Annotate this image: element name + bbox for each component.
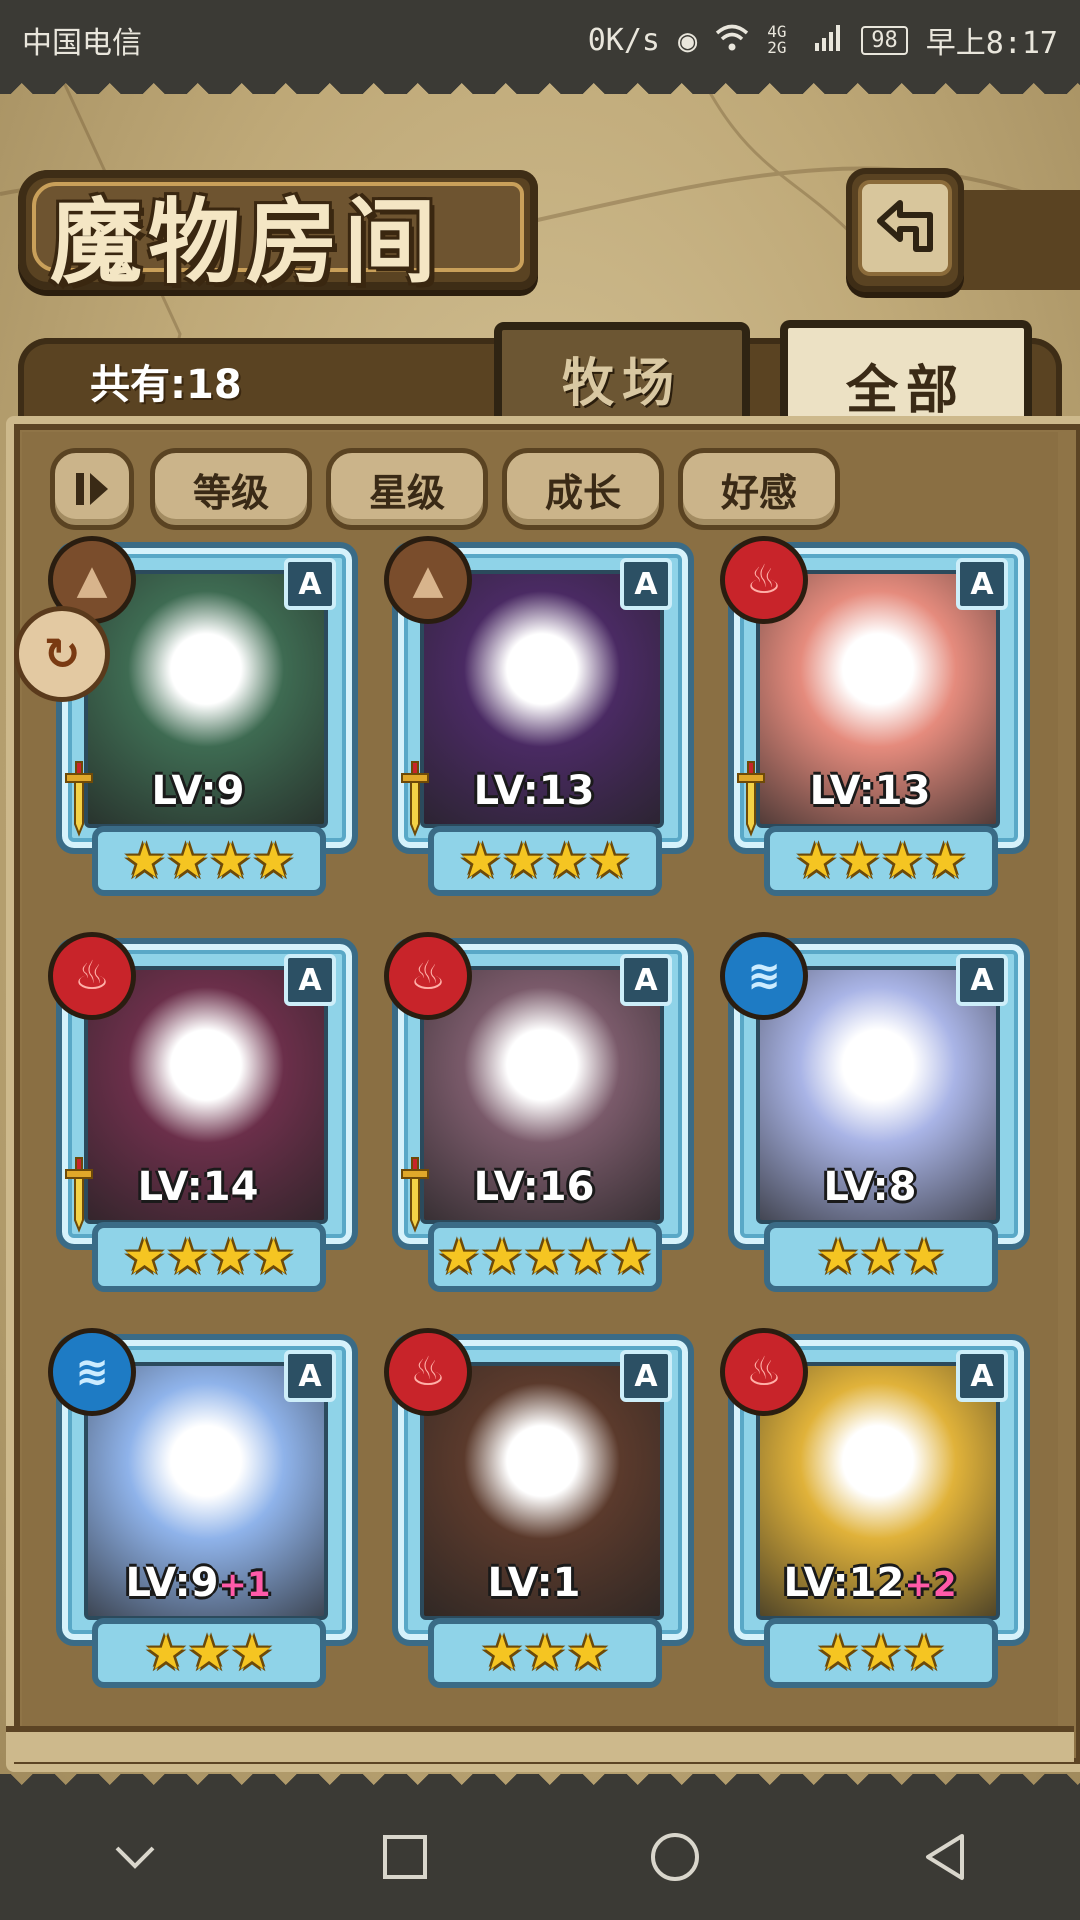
monster-card[interactable]: ▲ A LV:13 ★★★★ <box>384 536 694 896</box>
nav-bar-edge <box>0 1774 1080 1796</box>
monster-card[interactable]: ♨ A LV:14 ★★★★ <box>48 932 358 1292</box>
star-rating: ★★★★ <box>458 833 632 889</box>
signal-icon <box>815 24 843 56</box>
sort-order-toggle[interactable] <box>50 448 134 530</box>
page-title: 魔物房间 <box>50 188 443 296</box>
monster-card[interactable]: ▲ A LV:9 ★★★★ <box>48 536 358 896</box>
level-value: LV:8 <box>823 1164 917 1210</box>
star-rating: ★★★★★ <box>437 1229 653 1285</box>
monster-card[interactable]: ♨ A LV:1 ★★★ <box>384 1328 694 1688</box>
sort-toggle-icon <box>76 473 108 505</box>
chevron-down-icon <box>115 1846 155 1869</box>
carrier-label: 中国电信 <box>22 26 142 61</box>
level-value: LV:9 <box>125 1560 219 1606</box>
square-icon <box>383 1835 427 1879</box>
sort-growth-button[interactable]: 成长 <box>502 448 664 530</box>
nav-home-button[interactable] <box>635 1817 715 1897</box>
level-label: LV:9+1 <box>48 1560 348 1606</box>
level-label: LV:1 <box>384 1560 684 1606</box>
star-rating: ★★★ <box>480 1625 610 1681</box>
circle-icon <box>651 1833 699 1881</box>
level-label: LV:9 <box>48 768 348 814</box>
star-rating-bar: ★★★ <box>764 1618 998 1688</box>
level-value: LV:14 <box>137 1164 259 1210</box>
star-rating: ★★★ <box>144 1625 274 1681</box>
fire-element-icon: ♨ <box>720 536 808 624</box>
star-rating-bar: ★★★★ <box>764 826 998 896</box>
eye-icon: ◉ <box>677 21 698 59</box>
star-rating: ★★★ <box>816 1625 946 1681</box>
level-label: LV:8 <box>720 1164 1020 1210</box>
rank-badge: A <box>620 1350 672 1402</box>
fire-element-icon: ♨ <box>384 1328 472 1416</box>
panel-bottom-rail <box>6 1726 1074 1762</box>
star-rating-bar: ★★★★ <box>92 826 326 896</box>
sort-level-button[interactable]: 等级 <box>150 448 312 530</box>
equip-marker-icon: ↻ <box>14 606 110 702</box>
monster-card[interactable]: ♨ A LV:16 ★★★★★ <box>384 932 694 1292</box>
sort-star-button[interactable]: 星级 <box>326 448 488 530</box>
level-value: LV:13 <box>473 768 595 814</box>
star-rating: ★★★★ <box>122 833 296 889</box>
nav-back-button[interactable] <box>905 1817 985 1897</box>
star-rating-bar: ★★★★ <box>92 1222 326 1292</box>
level-label: LV:14 <box>48 1164 348 1210</box>
star-rating: ★★★★ <box>122 1229 296 1285</box>
triangle-back-icon <box>926 1834 964 1880</box>
status-bar-edge <box>0 72 1080 94</box>
star-rating-bar: ★★★★ <box>428 826 662 896</box>
level-value: LV:9 <box>151 768 245 814</box>
net-speed: 0K/s <box>587 22 660 58</box>
fire-element-icon: ♨ <box>48 932 136 1020</box>
monster-card[interactable]: ♨ A LV:12+2 ★★★ <box>720 1328 1030 1688</box>
rank-badge: A <box>956 558 1008 610</box>
monster-count: 共有:18 <box>90 362 242 408</box>
star-rating-bar: ★★★ <box>428 1618 662 1688</box>
battery-indicator: 98 <box>861 25 908 55</box>
status-bar: 中国电信 0K/s ◉ 4G 2G 98 早上8:17 <box>0 0 1080 74</box>
system-nav-bar <box>0 1794 1080 1920</box>
monster-card[interactable]: ≋ A LV:8 ★★★ <box>720 932 1030 1292</box>
rank-badge: A <box>956 954 1008 1006</box>
fire-element-icon: ♨ <box>384 932 472 1020</box>
level-bonus: +1 <box>218 1565 271 1605</box>
star-rating-bar: ★★★ <box>92 1618 326 1688</box>
clock: 早上8:17 <box>925 26 1058 61</box>
level-value: LV:13 <box>809 768 931 814</box>
level-label: LV:16 <box>384 1164 684 1210</box>
level-value: LV:12 <box>783 1560 905 1606</box>
level-value: LV:16 <box>473 1164 595 1210</box>
wifi-icon <box>715 24 749 57</box>
level-label: LV:13 <box>384 768 684 814</box>
network-type: 4G 2G <box>767 22 787 57</box>
star-rating-bar: ★★★ <box>764 1222 998 1292</box>
nav-collapse-button[interactable] <box>95 1817 175 1897</box>
rank-badge: A <box>284 558 336 610</box>
monster-card[interactable]: ♨ A LV:13 ★★★★ <box>720 536 1030 896</box>
earth-element-icon: ▲ <box>384 536 472 624</box>
level-label: LV:13 <box>720 768 1020 814</box>
rank-badge: A <box>284 1350 336 1402</box>
nav-recents-button[interactable] <box>365 1817 445 1897</box>
level-label: LV:12+2 <box>720 1560 1020 1606</box>
level-value: LV:1 <box>487 1560 581 1606</box>
monster-card[interactable]: ≋ A LV:9+1 ★★★ <box>48 1328 358 1688</box>
back-arrow-icon <box>877 200 933 252</box>
water-element-icon: ≋ <box>48 1328 136 1416</box>
fire-element-icon: ♨ <box>720 1328 808 1416</box>
water-element-icon: ≋ <box>720 932 808 1020</box>
level-bonus: +2 <box>904 1565 957 1605</box>
star-rating: ★★★★ <box>794 833 968 889</box>
rank-badge: A <box>620 954 672 1006</box>
star-rating-bar: ★★★★★ <box>428 1222 662 1292</box>
rank-badge: A <box>620 558 672 610</box>
sort-affection-button[interactable]: 好感 <box>678 448 840 530</box>
star-rating: ★★★ <box>816 1229 946 1285</box>
rank-badge: A <box>284 954 336 1006</box>
rank-badge: A <box>956 1350 1008 1402</box>
back-button[interactable] <box>846 168 964 292</box>
